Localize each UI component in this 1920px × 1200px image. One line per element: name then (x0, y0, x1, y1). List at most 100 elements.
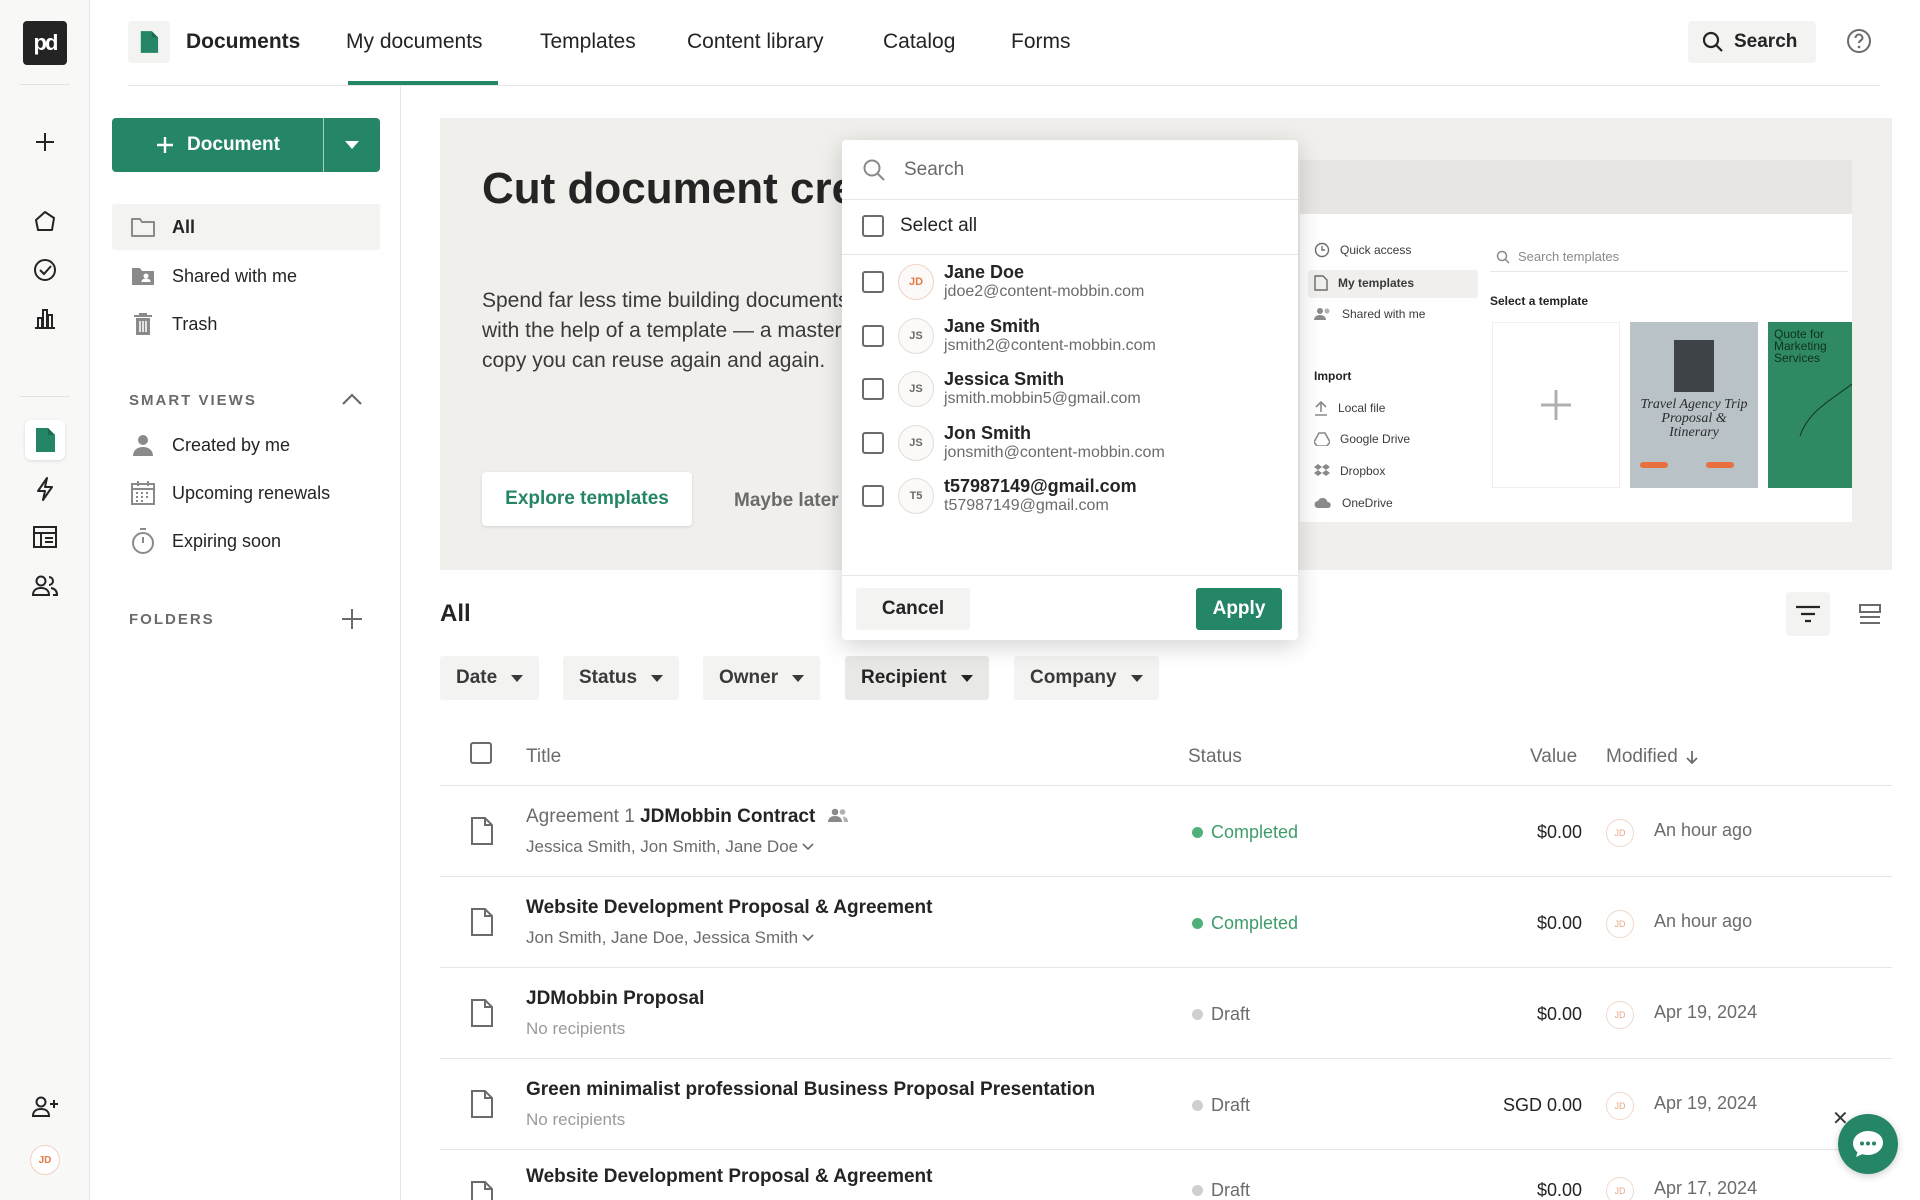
table-row[interactable]: Agreement 1 JDMobbin Contract Jessica Sm… (440, 786, 1892, 877)
help-question-icon[interactable] (1846, 28, 1872, 59)
explore-templates-button[interactable]: Explore templates (482, 472, 692, 526)
sidebar-item-label: Trash (172, 313, 218, 334)
filter-owner[interactable]: Owner (703, 656, 821, 700)
status-badge: Draft (1192, 1180, 1250, 1200)
filter-status[interactable]: Status (563, 656, 680, 700)
automation-bolt-icon[interactable] (25, 469, 65, 509)
recipient-avatar: JS (898, 371, 934, 407)
row-recipients[interactable]: Jon Smith, Jane Doe, Jessica Smith (526, 928, 814, 948)
filter-date[interactable]: Date (440, 656, 540, 700)
tab-catalog[interactable]: Catalog (883, 30, 955, 54)
select-all-option[interactable]: Select all (862, 215, 977, 237)
add-folder-plus-icon[interactable] (340, 607, 364, 636)
select-all-rows-checkbox[interactable] (470, 742, 492, 764)
select-all-checkbox[interactable] (862, 215, 884, 237)
column-title[interactable]: Title (526, 746, 561, 768)
maybe-later-button[interactable]: Maybe later (734, 490, 839, 512)
row-title[interactable]: Website Development Proposal & Agreement (526, 1166, 933, 1188)
recipient-option[interactable]: JS Jessica Smith jsmith.mobbin5@gmail.co… (862, 364, 1282, 414)
recipient-search-bar (842, 140, 1298, 200)
invite-user-icon[interactable] (25, 1086, 65, 1126)
recipient-option[interactable]: JS Jon Smith jonsmith@content-mobbin.com (862, 418, 1282, 468)
row-title[interactable]: JDMobbin Proposal (526, 988, 704, 1010)
quote-card-curve (1799, 383, 1852, 437)
preview-select-template: Select a template (1490, 294, 1589, 308)
column-value[interactable]: Value (1530, 746, 1577, 768)
filter-toggle-button[interactable] (1786, 592, 1830, 636)
recipient-checkbox[interactable] (862, 485, 884, 507)
tasks-check-icon[interactable] (25, 250, 65, 290)
apply-button[interactable]: Apply (1196, 588, 1282, 630)
status-dot (1192, 918, 1203, 929)
sidebar-item-created-by-me[interactable]: Created by me (112, 422, 380, 468)
recipient-checkbox[interactable] (862, 271, 884, 293)
recipient-email: jonsmith@content-mobbin.com (944, 444, 1165, 461)
table-row[interactable]: JDMobbin Proposal No recipients Draft $0… (440, 968, 1892, 1059)
pandadoc-logo[interactable]: pd (23, 21, 67, 65)
recipient-search-input[interactable] (904, 158, 1264, 181)
recipient-option[interactable]: T5 t57987149@gmail.com t57987149@gmail.c… (862, 471, 1282, 521)
row-recipients: No recipients (526, 1019, 626, 1038)
sidebar-item-expiring-soon[interactable]: Expiring soon (112, 518, 380, 564)
row-title[interactable]: Website Development Proposal & Agreement (526, 897, 933, 919)
top-navigation: Documents My documents Templates Content… (128, 0, 1880, 86)
documents-icon[interactable] (25, 420, 65, 460)
global-search-button[interactable]: Search (1688, 21, 1816, 63)
new-document-button-group: Document (112, 118, 380, 172)
row-recipients[interactable]: Jessica Smith, Jon Smith, Jane Doe (526, 837, 814, 857)
sidebar-item-label: Shared with me (172, 265, 298, 286)
column-status[interactable]: Status (1188, 746, 1242, 768)
table-row[interactable]: Website Development Proposal & Agreement… (440, 1150, 1892, 1200)
filter-company[interactable]: Company (1014, 656, 1159, 700)
table-row[interactable]: Green minimalist professional Business P… (440, 1059, 1892, 1150)
preview-my-templates: My templates (1314, 275, 1414, 291)
recipient-checkbox[interactable] (862, 325, 884, 347)
sidebar-item-all[interactable]: All (112, 204, 380, 250)
row-title[interactable]: Green minimalist professional Business P… (526, 1079, 1095, 1101)
google-drive-icon (1314, 432, 1330, 446)
contacts-people-icon[interactable] (25, 565, 65, 605)
travel-photo (1674, 340, 1714, 392)
recipient-name: Jon Smith (944, 423, 1032, 443)
preview-onedrive: OneDrive (1314, 496, 1393, 510)
recipient-email: jsmith2@content-mobbin.com (944, 337, 1156, 354)
filter-recipient[interactable]: Recipient (845, 656, 989, 700)
row-title[interactable]: Agreement 1 JDMobbin Contract (526, 806, 849, 828)
document-file-icon (471, 817, 493, 845)
owner-avatar: JD (1606, 1177, 1634, 1200)
tab-forms[interactable]: Forms (1011, 30, 1071, 54)
list-view-button[interactable] (1848, 592, 1892, 636)
smart-views-heading: SMART VIEWS (129, 392, 257, 409)
create-plus-icon[interactable] (25, 122, 65, 162)
cancel-button[interactable]: Cancel (856, 588, 970, 630)
home-icon[interactable] (25, 201, 65, 241)
preview-dropbox: Dropbox (1314, 464, 1385, 478)
active-tab-indicator (348, 81, 498, 85)
new-document-dropdown-toggle[interactable] (324, 118, 380, 172)
forms-table-icon[interactable] (25, 517, 65, 557)
tab-content-library[interactable]: Content library (687, 30, 824, 54)
table-row[interactable]: Website Development Proposal & Agreement… (440, 877, 1892, 968)
recipient-avatar: JD (898, 264, 934, 300)
tab-templates[interactable]: Templates (540, 30, 636, 54)
status-badge: Draft (1192, 1095, 1250, 1116)
recipient-name: Jessica Smith (944, 369, 1065, 389)
recipient-checkbox[interactable] (862, 432, 884, 454)
banner-text: Spend far less time building documents w… (482, 289, 849, 372)
tab-my-documents[interactable]: My documents (346, 30, 483, 54)
user-avatar[interactable]: JD (30, 1145, 60, 1175)
column-modified[interactable]: Modified (1606, 746, 1698, 768)
reports-chart-icon[interactable] (25, 298, 65, 338)
sidebar-item-trash[interactable]: Trash (112, 301, 380, 347)
new-document-button[interactable]: Document (112, 118, 324, 172)
recipient-option[interactable]: JD Jane Doe jdoe2@content-mobbin.com (862, 257, 1282, 307)
sidebar-item-shared[interactable]: Shared with me (112, 253, 380, 299)
chat-support-button[interactable] (1838, 1114, 1898, 1174)
recipient-option[interactable]: JS Jane Smith jsmith2@content-mobbin.com (862, 311, 1282, 361)
preview-import-heading: Import (1314, 369, 1352, 383)
sidebar-item-label: Upcoming renewals (172, 482, 331, 503)
sidebar-item-upcoming-renewals[interactable]: Upcoming renewals (112, 470, 380, 516)
recipient-email: t57987149@gmail.com (944, 497, 1109, 514)
recipient-checkbox[interactable] (862, 378, 884, 400)
chevron-up-icon[interactable] (341, 392, 363, 411)
